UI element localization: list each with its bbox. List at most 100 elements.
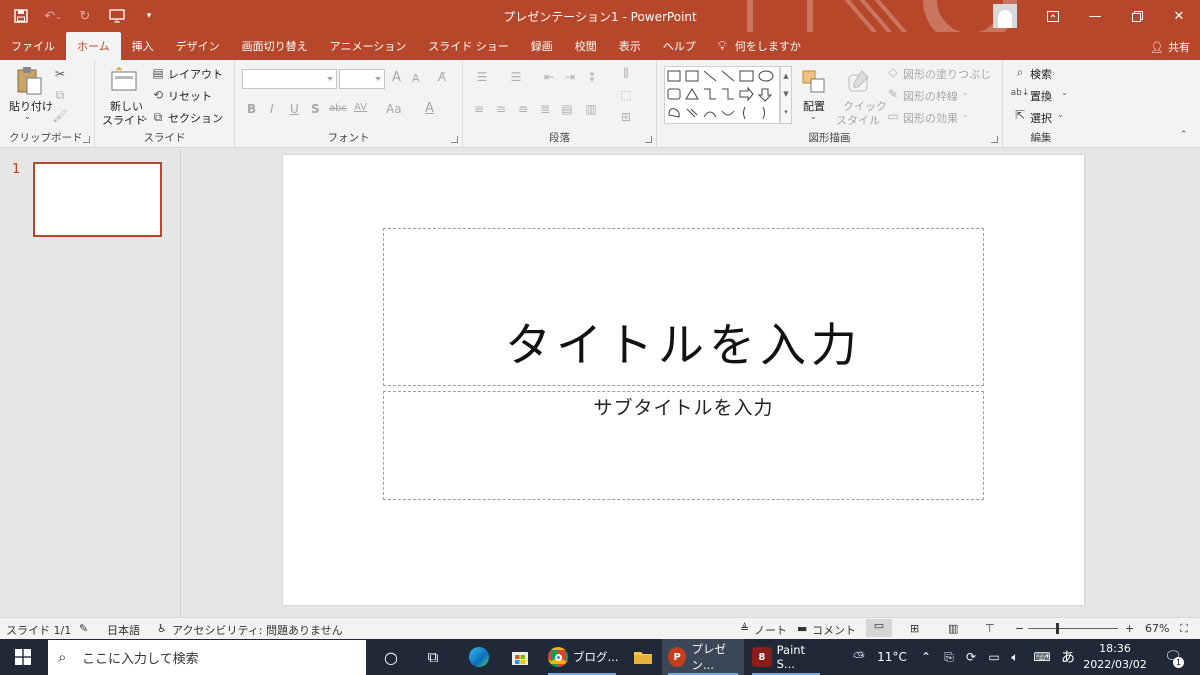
shape-effect-dropdown-icon[interactable]: ⌄ [962,110,969,119]
fit-to-window-icon[interactable]: ⛶ [1180,622,1188,636]
tab-transitions[interactable]: 画面切り替え [231,32,319,60]
replace-button[interactable]: 置換 [1030,88,1052,104]
tell-me-search[interactable]: 💡︎ 何をしますか [707,32,812,60]
numbering-icon[interactable]: ☰ [505,70,527,84]
shape-fill-dropdown-icon[interactable]: ⌄ [984,66,991,75]
change-case-button[interactable]: Aa [386,102,402,116]
tray-chevron-icon[interactable]: ⌃ [918,639,934,675]
shapes-gallery[interactable] [664,66,780,124]
cut-icon[interactable]: ✂ [52,66,68,82]
font-launcher-icon[interactable] [451,136,458,143]
slideshow-view-icon[interactable]: ⊤ [985,622,995,635]
increase-indent-icon[interactable]: ⇥ [561,70,579,84]
quick-styles-icon[interactable] [845,68,873,96]
new-slide-dropdown-icon[interactable]: ⌄ [142,113,149,122]
spellcheck-icon[interactable]: ✎ [79,622,88,635]
comments-button[interactable]: コメント [812,622,856,638]
slide-sorter-icon[interactable]: ⊞ [910,622,919,635]
tab-design[interactable]: デザイン [165,32,231,60]
zoom-slider[interactable] [1028,628,1118,629]
layout-dropdown-icon[interactable]: ⌄ [214,66,221,75]
cortana-icon[interactable]: ○ [372,639,410,675]
arrange-icon[interactable] [800,68,828,96]
shrink-font-button[interactable]: A [412,72,420,85]
strikethrough-button[interactable]: abc [329,103,347,114]
paste-icon[interactable] [14,66,44,96]
copy-icon[interactable]: ⧉ [52,87,68,103]
tab-help[interactable]: ヘルプ [652,32,707,60]
align-center-icon[interactable]: ≡ [493,102,509,116]
account-avatar[interactable] [993,4,1017,28]
tab-slideshow[interactable]: スライド ショー [417,32,520,60]
columns-icon[interactable]: ▥ [583,102,599,116]
share-button[interactable]: 👤︎ 共有 [1150,39,1190,55]
paragraph-launcher-icon[interactable] [645,136,652,143]
shapes-gallery-scroll[interactable]: ▲ ▼ ▾ [780,66,792,124]
shape-outline-button[interactable]: 図形の枠線 [903,88,958,104]
reset-button[interactable]: リセット [168,88,212,104]
tab-view[interactable]: 表示 [608,32,652,60]
restore-icon[interactable] [1116,0,1158,32]
bold-button[interactable]: B [247,102,256,116]
paste-label[interactable]: 貼り付け [9,98,53,114]
language-indicator[interactable]: 日本語 [107,622,140,638]
align-left-icon[interactable]: ≡ [471,102,487,116]
zoom-in-button[interactable]: + [1125,622,1134,635]
taskbar-clock[interactable]: 18:36 2022/03/02 [1082,641,1148,673]
file-explorer-icon[interactable] [626,639,660,675]
taskbar-app-paint[interactable]: 8 Paint S... [746,639,826,675]
ribbon-display-icon[interactable] [1032,0,1074,32]
weather-temperature[interactable]: 11°C [874,639,910,675]
select-dropdown-icon[interactable]: ⌄ [1057,110,1064,119]
collapse-ribbon-icon[interactable]: ⌃ [1180,130,1188,140]
decrease-indent-icon[interactable]: ⇤ [540,70,558,84]
zoom-out-button[interactable]: − [1015,622,1024,635]
shadow-button[interactable]: S [311,102,320,116]
text-direction-icon[interactable]: ⫼ [617,66,635,80]
tab-file[interactable]: ファイル [0,32,66,60]
tray-network-icon[interactable]: ▭ [984,639,1004,675]
paste-dropdown-icon[interactable]: ⌄ [24,112,31,121]
section-dropdown-icon[interactable]: ⌄ [213,110,220,119]
taskbar-app-chrome[interactable]: ブログ... [542,639,622,675]
clear-format-icon[interactable]: A̸ [435,70,449,84]
keyboard-icon[interactable]: ⌨ [1030,639,1054,675]
bullets-icon[interactable]: ☰ [471,70,493,84]
justify-icon[interactable]: ≣ [537,102,553,116]
underline-button[interactable]: U [290,102,299,116]
smartart-icon[interactable]: ⊞ [617,110,635,124]
italic-button[interactable]: I [270,102,274,116]
notifications-button[interactable]: 🗨︎ 1 [1156,639,1190,675]
slide-thumbnail[interactable] [33,162,162,237]
accessibility-status[interactable]: アクセシビリティ: 問題ありません [172,622,343,638]
align-right-icon[interactable]: ≡ [515,102,531,116]
drawing-launcher-icon[interactable] [991,136,998,143]
distribute-icon[interactable]: ▤ [559,102,575,116]
normal-view-icon[interactable]: ▭ [866,619,892,637]
shape-effect-button[interactable]: 図形の効果 [903,110,958,126]
store-icon[interactable] [500,639,540,675]
taskbar-search[interactable]: ⌕ ここに入力して検索 [48,640,366,675]
align-text-icon[interactable]: ⬚ [617,88,635,102]
tab-review[interactable]: 校閲 [564,32,608,60]
replace-dropdown-icon[interactable]: ⌄ [1061,88,1068,97]
minimize-icon[interactable]: — [1074,0,1116,32]
clipboard-launcher-icon[interactable] [83,136,90,143]
format-painter-icon[interactable]: 🖌︎ [52,108,68,124]
arrange-dropdown-icon[interactable]: ⌄ [810,112,817,121]
shape-outline-dropdown-icon[interactable]: ⌄ [962,88,969,97]
tab-record[interactable]: 録画 [520,32,564,60]
close-icon[interactable]: ✕ [1158,0,1200,32]
notes-button[interactable]: ノート [754,622,787,638]
volume-icon[interactable]: 🔈︎ [1006,639,1024,675]
gallery-more-icon[interactable]: ▾ [781,103,791,121]
tray-sync-icon[interactable]: ⟳ [962,639,980,675]
edge-icon[interactable] [458,639,500,675]
new-slide-icon[interactable] [109,66,139,94]
gallery-up-icon[interactable]: ▲ [781,67,791,85]
zoom-level[interactable]: 67% [1145,622,1169,635]
subtitle-placeholder[interactable]: サブタイトルを入力 [383,391,984,500]
tab-insert[interactable]: 挿入 [121,32,165,60]
reading-view-icon[interactable]: ▥ [948,622,958,635]
shape-fill-button[interactable]: 図形の塗りつぶし [903,66,991,82]
